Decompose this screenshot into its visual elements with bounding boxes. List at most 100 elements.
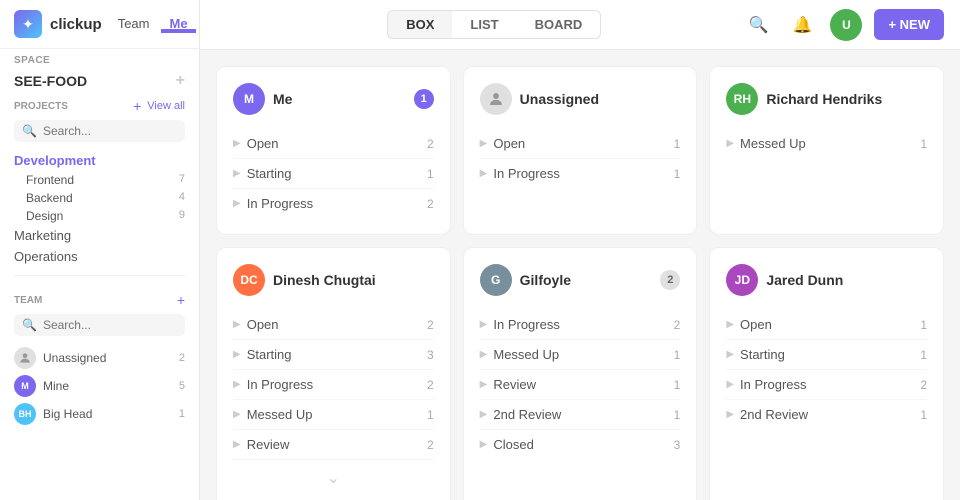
unassigned-row-inprogress[interactable]: ▶ In Progress 1	[480, 159, 681, 188]
tab-team[interactable]: Team	[110, 16, 158, 33]
me-row-open[interactable]: ▶ Open 2	[233, 129, 434, 159]
project-operations[interactable]: Operations	[0, 246, 199, 267]
nav-tabs: Team Me	[110, 16, 196, 33]
cards-grid: M Me 1 ▶ Open 2 ▶ Starting	[216, 66, 944, 500]
avatar-bighead: BH	[14, 403, 36, 425]
gilfoyle-row-inprogress[interactable]: ▶ In Progress 2	[480, 310, 681, 340]
team-search-icon: 🔍	[22, 318, 37, 332]
card-gilfoyle: G Gilfoyle 2 ▶ In Progress 2 ▶ Messed Up	[463, 247, 698, 500]
chevron-icon: ▶	[726, 138, 734, 149]
sidebar: ✦ clickup Team Me SPACE SEE-FOOD + PROJE…	[0, 0, 200, 500]
notifications-button[interactable]: 🔔	[786, 9, 818, 41]
project-marketing[interactable]: Marketing	[0, 225, 199, 246]
avatar-unassigned-card	[480, 83, 512, 115]
project-sub-frontend[interactable]: Frontend 7	[14, 171, 185, 189]
main-content: BOX LIST BOARD 🔍 🔔 U + NEW M Me 1	[200, 0, 960, 500]
gilfoyle-row-messedup[interactable]: ▶ Messed Up 1	[480, 340, 681, 370]
space-section: SPACE	[0, 49, 199, 68]
project-sub-design[interactable]: Design 9	[14, 207, 185, 225]
chevron-icon: ▶	[480, 409, 488, 420]
tab-board[interactable]: BOARD	[517, 11, 601, 38]
topbar: BOX LIST BOARD 🔍 🔔 U + NEW	[200, 0, 960, 50]
chevron-icon: ▶	[726, 319, 734, 330]
tab-list[interactable]: LIST	[452, 11, 516, 38]
project-sub-backend[interactable]: Backend 4	[14, 189, 185, 207]
chevron-icon: ▶	[480, 138, 488, 149]
fold-icon[interactable]: +	[176, 72, 185, 90]
chevron-icon: ▶	[233, 319, 241, 330]
jared-row-2ndreview[interactable]: ▶ 2nd Review 1	[726, 400, 927, 429]
card-me: M Me 1 ▶ Open 2 ▶ Starting	[216, 66, 451, 235]
avatar-richard: RH	[726, 83, 758, 115]
chevron-icon: ▶	[233, 439, 241, 450]
project-development[interactable]: Development	[14, 150, 185, 171]
chevron-icon: ▶	[726, 379, 734, 390]
projects-search-input[interactable]	[43, 124, 177, 138]
avatar-dinesh: DC	[233, 264, 265, 296]
jared-row-starting[interactable]: ▶ Starting 1	[726, 340, 927, 370]
chevron-icon: ▶	[233, 198, 241, 209]
projects-header: PROJECTS + View all	[14, 98, 185, 114]
chevron-icon: ▶	[233, 349, 241, 360]
projects-section: PROJECTS + View all 🔍 Development Fronte…	[0, 98, 199, 225]
chevron-icon: ▶	[480, 319, 488, 330]
add-project-icon[interactable]: +	[133, 98, 141, 114]
team-search-input[interactable]	[43, 318, 177, 332]
projects-actions: + View all	[133, 98, 185, 114]
user-avatar[interactable]: U	[830, 9, 862, 41]
add-team-icon[interactable]: +	[177, 292, 185, 308]
search-icon: 🔍	[22, 124, 37, 138]
gilfoyle-row-review[interactable]: ▶ Review 1	[480, 370, 681, 400]
search-button[interactable]: 🔍	[742, 9, 774, 41]
card-jared-header: JD Jared Dunn	[726, 264, 927, 296]
logo-icon: ✦	[14, 10, 42, 38]
tab-me[interactable]: Me	[161, 16, 195, 33]
projects-label: PROJECTS	[14, 101, 68, 112]
chevron-down-icon: ⌄	[327, 468, 340, 488]
view-all-link[interactable]: View all	[147, 100, 185, 112]
chevron-icon: ▶	[480, 439, 488, 450]
me-row-starting[interactable]: ▶ Starting 1	[233, 159, 434, 189]
sidebar-divider	[14, 275, 185, 276]
logo-text: clickup	[50, 16, 102, 33]
view-tabs: BOX LIST BOARD	[387, 10, 601, 39]
card-unassigned-header: Unassigned	[480, 83, 681, 115]
avatar-gilfoyle: G	[480, 264, 512, 296]
team-section: TEAM + 🔍 Unassigned 2 M Mine 5 B	[0, 284, 199, 436]
dinesh-row-starting[interactable]: ▶ Starting 3	[233, 340, 434, 370]
topbar-right: 🔍 🔔 U + NEW	[742, 9, 944, 41]
dinesh-row-review[interactable]: ▶ Review 2	[233, 430, 434, 460]
team-member-bighead[interactable]: BH Big Head 1	[14, 400, 185, 428]
me-row-inprogress[interactable]: ▶ In Progress 2	[233, 189, 434, 218]
dinesh-row-open[interactable]: ▶ Open 2	[233, 310, 434, 340]
tab-box[interactable]: BOX	[388, 11, 452, 38]
richard-row-messedup[interactable]: ▶ Messed Up 1	[726, 129, 927, 158]
team-member-unassigned[interactable]: Unassigned 2	[14, 344, 185, 372]
dinesh-row-messedup[interactable]: ▶ Messed Up 1	[233, 400, 434, 430]
avatar-mine: M	[14, 375, 36, 397]
gilfoyle-badge: 2	[660, 270, 680, 290]
gilfoyle-row-2ndreview[interactable]: ▶ 2nd Review 1	[480, 400, 681, 430]
team-member-mine[interactable]: M Mine 5	[14, 372, 185, 400]
chevron-icon: ▶	[480, 349, 488, 360]
team-search-box: 🔍	[14, 314, 185, 336]
avatar-jared: JD	[726, 264, 758, 296]
chevron-icon: ▶	[233, 138, 241, 149]
card-me-header: M Me 1	[233, 83, 434, 115]
card-richard: RH Richard Hendriks ▶ Messed Up 1	[709, 66, 944, 235]
team-header: TEAM +	[14, 292, 185, 308]
chevron-icon: ▶	[233, 168, 241, 179]
gilfoyle-row-closed[interactable]: ▶ Closed 3	[480, 430, 681, 459]
chevron-icon: ▶	[233, 409, 241, 420]
unassigned-row-open[interactable]: ▶ Open 1	[480, 129, 681, 159]
new-button[interactable]: + NEW	[874, 9, 944, 40]
chevron-icon: ▶	[726, 409, 734, 420]
chevron-icon: ▶	[480, 168, 488, 179]
dinesh-show-more[interactable]: ⌄	[233, 460, 434, 496]
space-label: SPACE	[14, 55, 185, 66]
jared-row-inprogress[interactable]: ▶ In Progress 2	[726, 370, 927, 400]
dinesh-row-inprogress[interactable]: ▶ In Progress 2	[233, 370, 434, 400]
card-jared: JD Jared Dunn ▶ Open 1 ▶ Starting	[709, 247, 944, 500]
jared-row-open[interactable]: ▶ Open 1	[726, 310, 927, 340]
space-name[interactable]: SEE-FOOD +	[0, 68, 199, 98]
